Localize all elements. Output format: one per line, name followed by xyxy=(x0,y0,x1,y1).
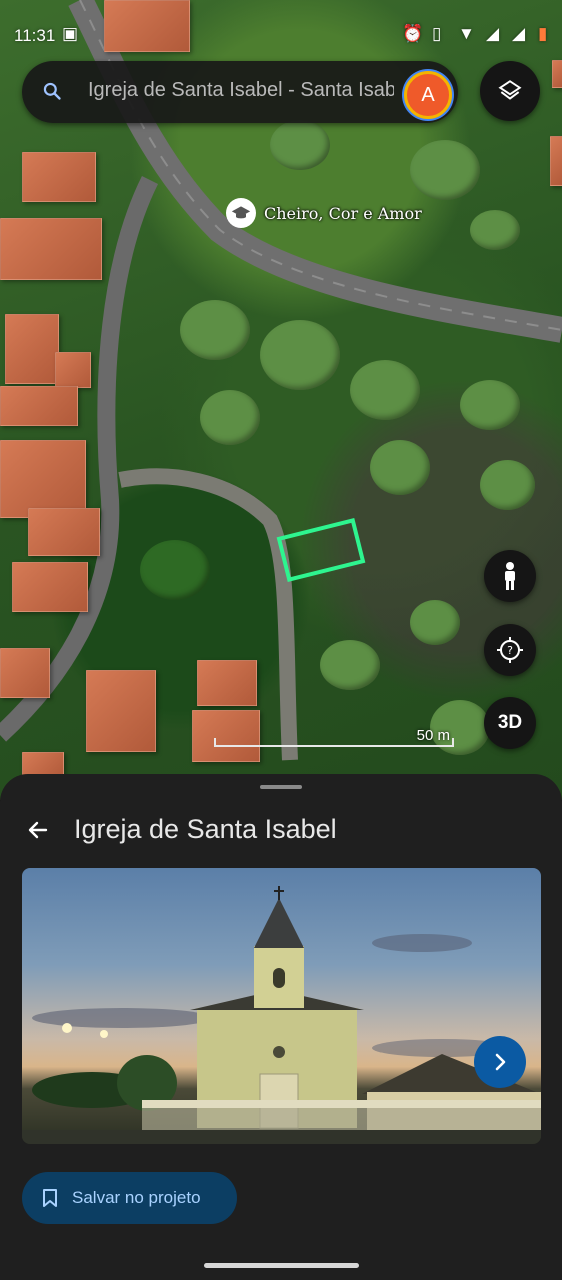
place-title: Igreja de Santa Isabel xyxy=(74,814,337,844)
chevron-right-icon xyxy=(495,1053,506,1071)
signal-icon: ◢ xyxy=(486,24,500,43)
map-scale: 50 m xyxy=(214,727,458,747)
scale-label: 50 m xyxy=(416,727,450,744)
building-roof xyxy=(86,670,156,752)
street-view-button[interactable] xyxy=(484,550,536,602)
building-roof xyxy=(0,648,50,698)
save-button-label: Salvar no projeto xyxy=(72,1188,201,1207)
building-roof xyxy=(55,352,91,388)
tree xyxy=(460,380,520,430)
tree xyxy=(350,360,420,420)
satellite-map[interactable]: 11:31 ▣ ⏰ ▯ ▼ ◢ ◢ ▮ Igreja de Santa Isab… xyxy=(0,0,562,800)
layers-button[interactable] xyxy=(480,61,540,121)
school-icon xyxy=(226,198,256,228)
tree xyxy=(270,120,330,170)
building-roof xyxy=(5,314,59,384)
battery-icon: ▮ xyxy=(538,24,548,43)
poi-marker[interactable]: Cheiro, Cor e Amor xyxy=(226,198,422,228)
account-avatar[interactable]: A xyxy=(404,71,452,119)
search-bar[interactable]: Igreja de Santa Isabel - Santa Isabel A xyxy=(22,61,458,123)
building-roof xyxy=(197,660,257,706)
alarm-icon: ⏰ xyxy=(402,24,424,43)
search-input[interactable]: Igreja de Santa Isabel - Santa Isabel xyxy=(88,79,394,102)
building-roof xyxy=(0,218,102,280)
my-location-button[interactable]: ? xyxy=(484,624,536,676)
search-icon xyxy=(43,82,61,100)
tree xyxy=(470,210,520,250)
scale-tick xyxy=(214,738,216,747)
tree xyxy=(320,640,380,690)
3d-toggle-button[interactable]: 3D xyxy=(484,697,536,749)
tree xyxy=(410,600,460,645)
scale-tick xyxy=(452,738,454,747)
place-details-sheet[interactable]: Igreja de Santa Isabel Salvar no projeto xyxy=(0,774,562,1280)
building-roof xyxy=(550,136,562,186)
place-photo[interactable] xyxy=(22,868,541,1144)
bookmark-icon xyxy=(43,1189,57,1207)
tree xyxy=(140,540,210,600)
wifi-icon: ▼ xyxy=(458,24,475,43)
building-roof xyxy=(12,562,88,612)
location-unknown-icon: ? xyxy=(497,637,523,663)
clipboard-icon: ▣ xyxy=(62,24,79,43)
tree xyxy=(410,140,480,200)
back-button[interactable] xyxy=(22,814,54,846)
tree xyxy=(200,390,260,445)
layers-icon xyxy=(498,80,522,100)
poi-label: Cheiro, Cor e Amor xyxy=(264,203,422,223)
next-photo-button[interactable] xyxy=(474,1036,526,1088)
scale-bar xyxy=(214,745,454,747)
status-bar: 11:31 ▣ ⏰ ▯ ▼ ◢ ◢ ▮ xyxy=(0,0,562,66)
church-illustration xyxy=(22,886,541,1144)
save-to-project-button[interactable]: Salvar no projeto xyxy=(22,1172,237,1224)
svg-text:?: ? xyxy=(507,644,513,657)
gesture-nav-bar[interactable] xyxy=(204,1263,359,1268)
back-arrow-icon xyxy=(28,821,48,839)
building-roof xyxy=(0,440,86,518)
pegman-icon xyxy=(505,562,515,590)
signal-icon: ◢ xyxy=(512,24,526,43)
vibrate-icon: ▯ xyxy=(432,24,442,43)
tree xyxy=(180,300,250,360)
tree xyxy=(260,320,340,390)
building-roof xyxy=(22,152,96,202)
tree xyxy=(480,460,535,510)
status-time: 11:31 xyxy=(14,26,56,45)
tree xyxy=(370,440,430,495)
building-roof xyxy=(0,386,78,426)
drag-handle[interactable] xyxy=(260,785,302,789)
building-roof xyxy=(28,508,100,556)
